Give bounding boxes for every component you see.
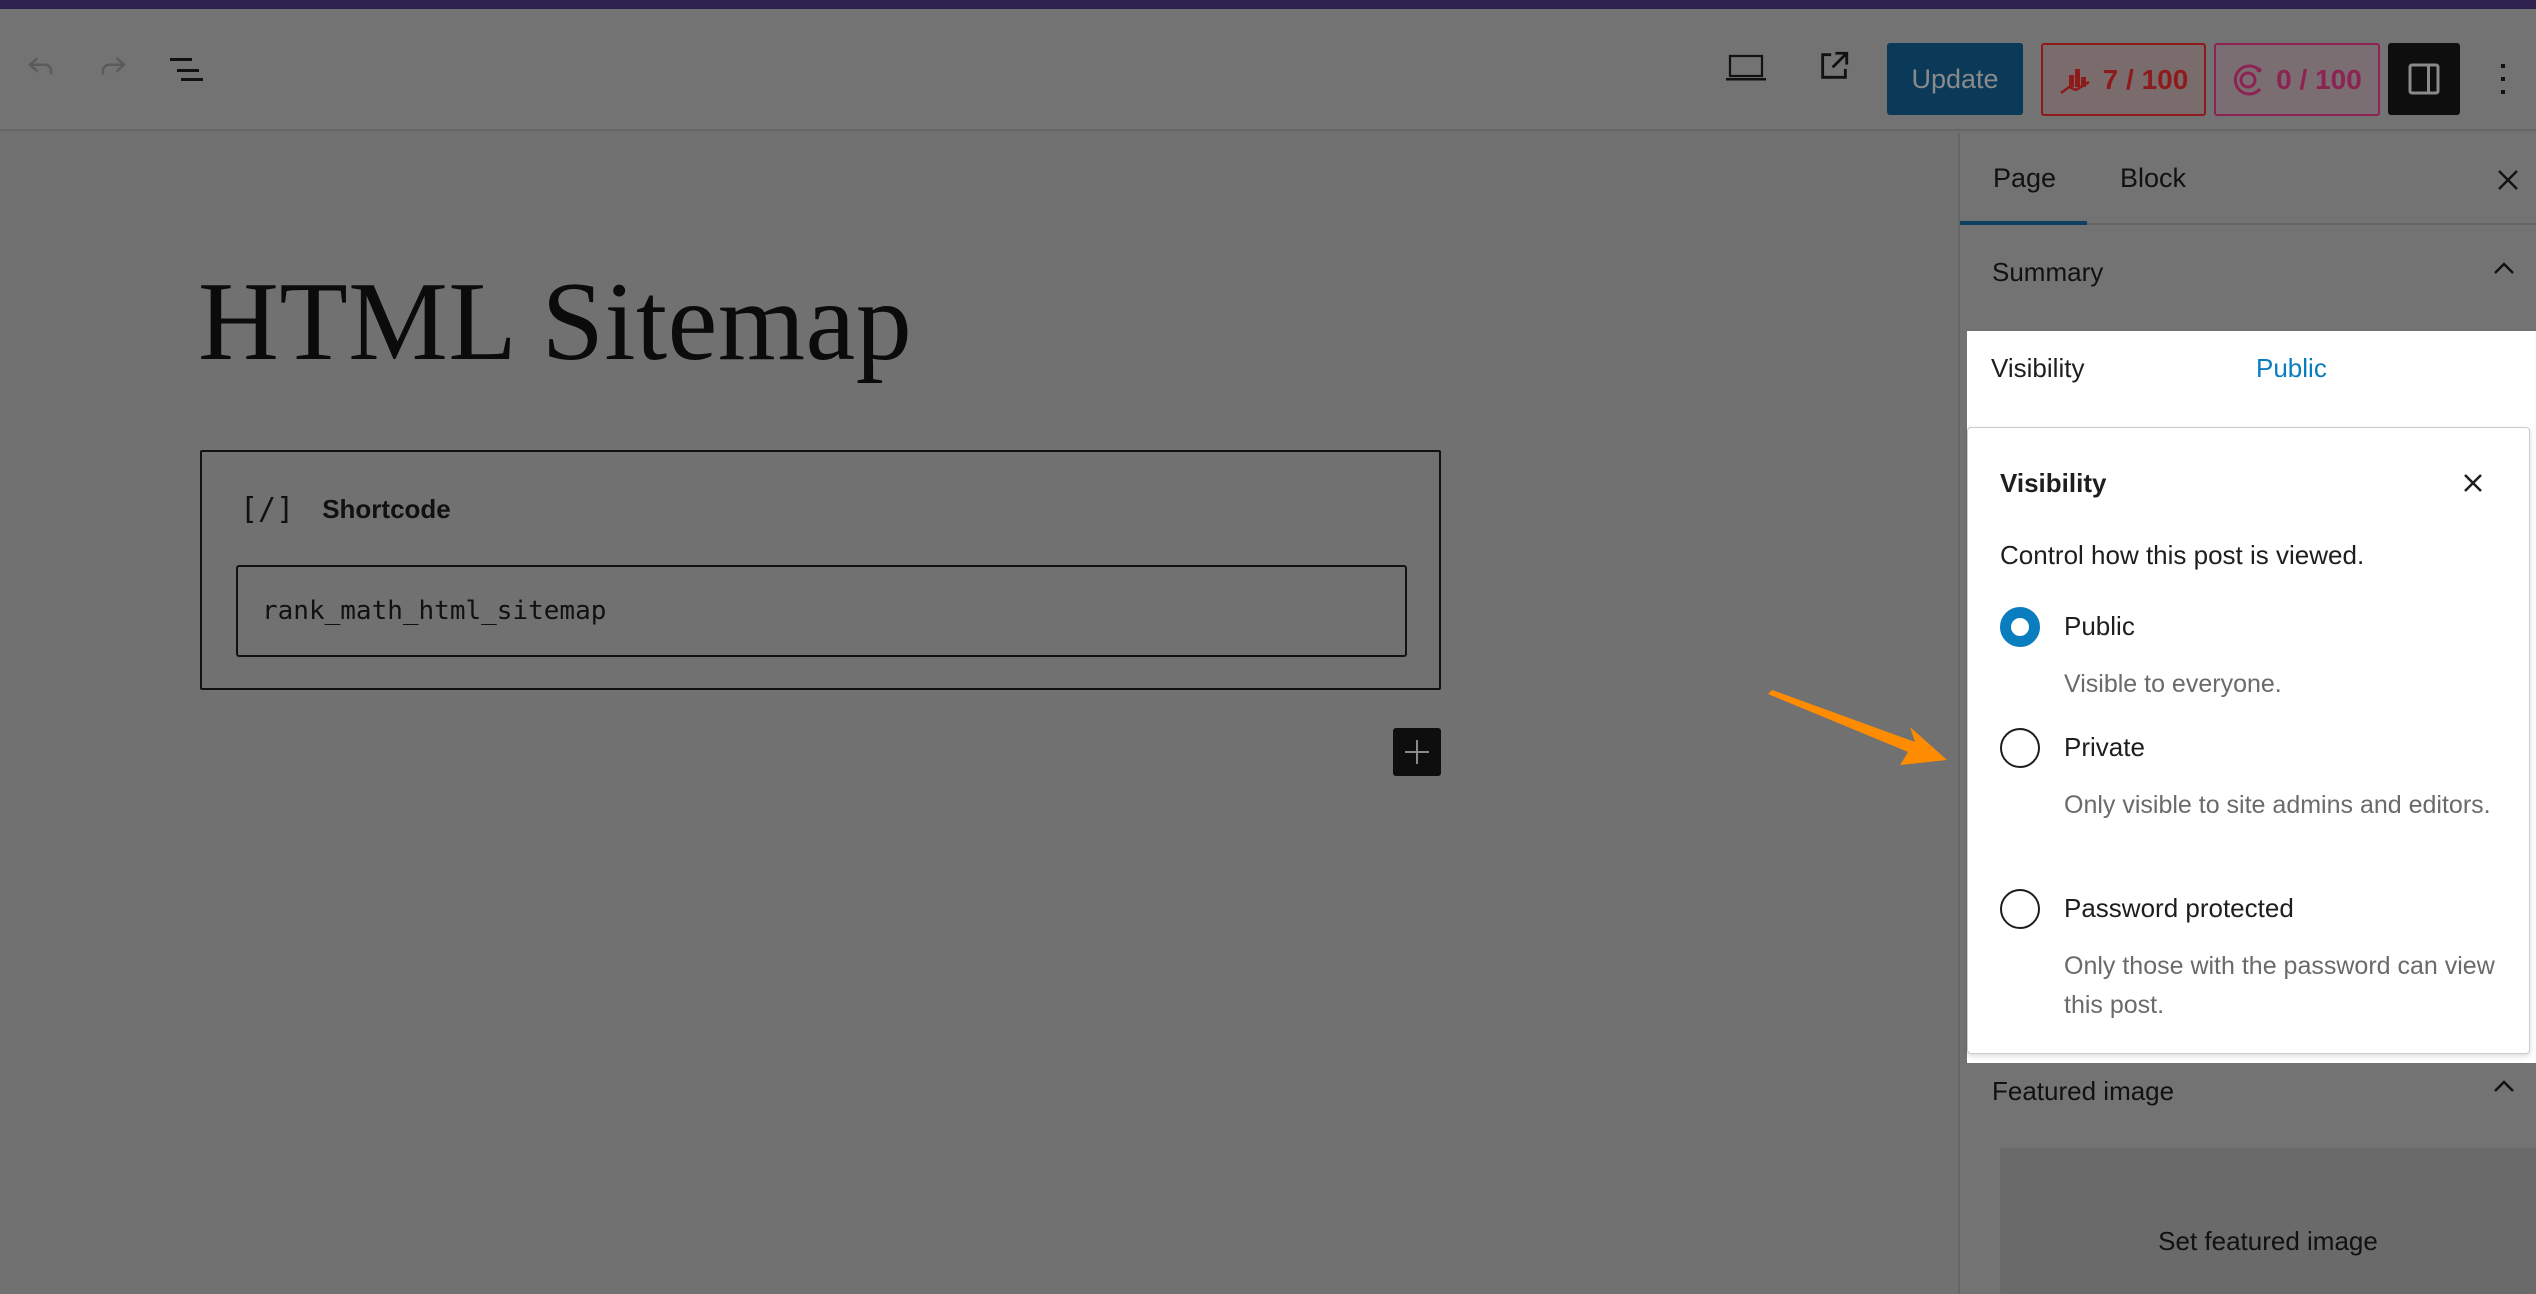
shortcode-input[interactable]: rank_math_html_sitemap xyxy=(236,565,1407,657)
visibility-option-password[interactable]: Password protected Only those with the p… xyxy=(2000,889,2510,1029)
shortcode-block-header: [/] Shortcode xyxy=(240,492,451,527)
settings-sidebar-toggle[interactable] xyxy=(2388,43,2460,115)
content-ai-score-button[interactable]: 0 / 100 xyxy=(2214,43,2380,116)
editor-toolbar: Update 7 / 100 0 / 100 xyxy=(0,9,2536,131)
option-label: Public xyxy=(2064,611,2135,641)
list-view-icon[interactable] xyxy=(160,45,208,93)
featured-image-panel-toggle[interactable]: Featured image xyxy=(1992,1076,2174,1107)
radio-public[interactable] xyxy=(2000,607,2040,647)
set-featured-image-button[interactable]: Set featured image xyxy=(2000,1148,2536,1294)
shortcode-block[interactable]: [/] Shortcode rank_math_html_sitemap xyxy=(200,450,1441,690)
popover-close-button[interactable] xyxy=(2458,468,2488,498)
option-help: Only visible to site admins and editors. xyxy=(2064,791,2491,819)
visibility-popover: Visibility Control how this post is view… xyxy=(1967,427,2530,1054)
tab-block[interactable]: Block xyxy=(2120,163,2186,194)
chevron-up-icon[interactable] xyxy=(2490,1073,2518,1101)
redo-icon[interactable] xyxy=(88,43,136,91)
more-options-button[interactable] xyxy=(2488,43,2518,115)
visibility-option-private[interactable]: Private Only visible to site admins and … xyxy=(2000,728,2510,868)
update-button[interactable]: Update xyxy=(1887,43,2023,115)
shortcode-block-label: Shortcode xyxy=(322,494,451,524)
more-vertical-icon xyxy=(2501,64,2505,94)
active-tab-indicator xyxy=(1960,221,2087,225)
rank-math-seo-score-icon xyxy=(2059,68,2090,94)
option-help: Only those with the password can view th… xyxy=(2064,952,2495,1019)
shortcode-icon: [/] xyxy=(240,492,295,527)
ai-score-value: 0 / 100 xyxy=(2276,63,2362,95)
sidebar-toggle-icon xyxy=(2408,63,2440,95)
radio-private[interactable] xyxy=(2000,728,2040,768)
plus-icon xyxy=(1405,740,1429,764)
seo-score-value: 7 / 100 xyxy=(2102,63,2189,95)
close-sidebar-button[interactable] xyxy=(2495,167,2521,193)
sidebar-tabs: Page Block xyxy=(1960,133,2536,225)
popover-description: Control how this post is viewed. xyxy=(2000,540,2365,570)
popover-title: Visibility xyxy=(2000,468,2107,498)
seo-score-button[interactable]: 7 / 100 xyxy=(2041,43,2206,116)
undo-icon[interactable] xyxy=(18,43,66,91)
external-link-icon[interactable] xyxy=(1810,42,1858,90)
tab-page[interactable]: Page xyxy=(1993,163,2056,194)
chevron-up-icon[interactable] xyxy=(2490,255,2518,283)
option-label: Private xyxy=(2064,732,2145,762)
annotation-arrow xyxy=(1768,690,1947,765)
visibility-option-public[interactable]: Public Visible to everyone. xyxy=(2000,607,2510,717)
page-title[interactable]: HTML Sitemap xyxy=(198,258,912,387)
summary-panel-toggle[interactable]: Summary xyxy=(1992,257,2103,288)
visibility-label: Visibility xyxy=(1991,353,2085,383)
top-admin-stripe xyxy=(0,0,2536,9)
visibility-row: Visibility Public xyxy=(1967,331,2536,431)
add-block-button[interactable] xyxy=(1393,728,1441,776)
option-label: Password protected xyxy=(2064,893,2294,923)
desktop-preview-icon[interactable] xyxy=(1722,44,1770,92)
visibility-toggle-button[interactable]: Public xyxy=(2256,353,2327,384)
close-icon xyxy=(2498,170,2518,190)
radio-password-protected[interactable] xyxy=(2000,889,2040,929)
content-ai-score-icon xyxy=(2234,63,2262,95)
close-icon xyxy=(2464,474,2482,492)
option-help: Visible to everyone. xyxy=(2064,670,2282,698)
